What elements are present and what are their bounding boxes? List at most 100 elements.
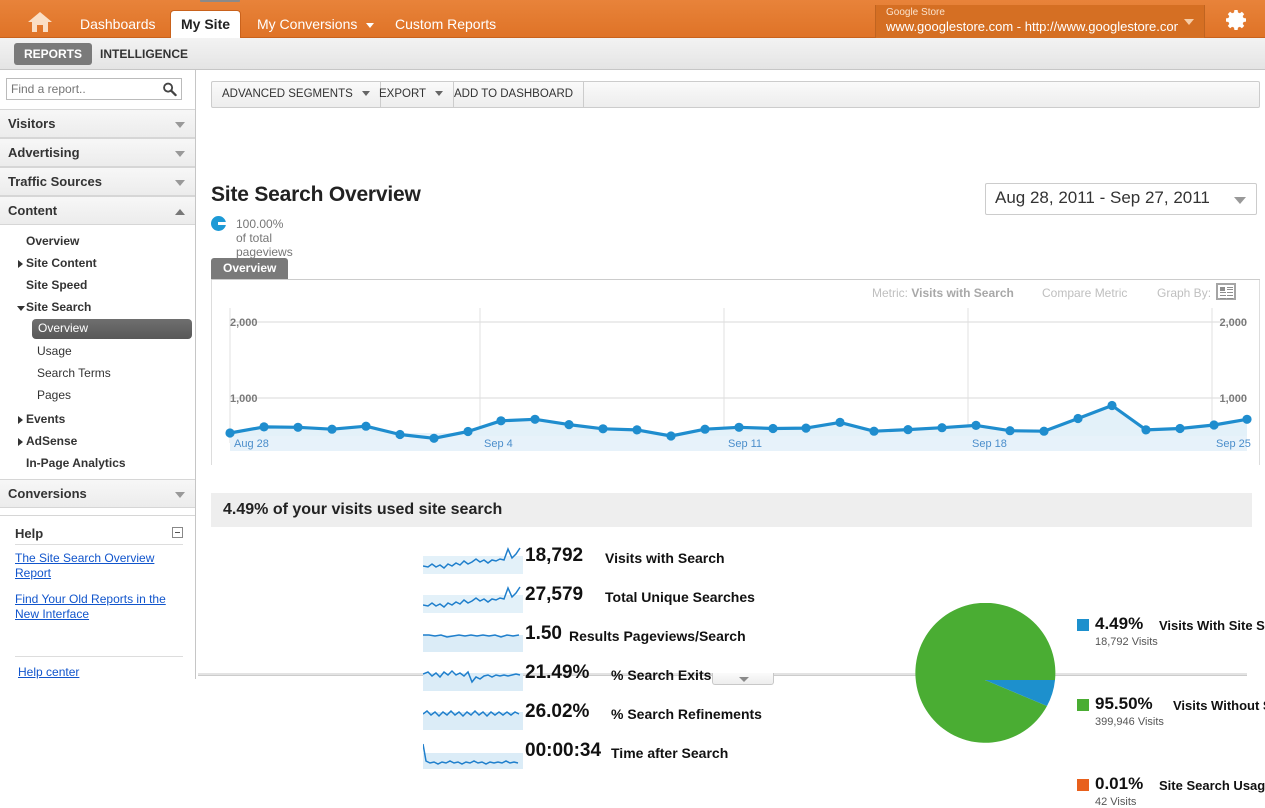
chevron-down-icon [1234,197,1246,204]
date-range-label: Aug 28, 2011 - Sep 27, 2011 [995,188,1210,208]
tab-overview[interactable]: Overview [211,258,288,279]
nav-tab-custom-reports[interactable]: Custom Reports [385,10,506,38]
legend-sublabel: 42 Visits [1095,796,1136,808]
legend-percent: 95.50% [1095,694,1153,714]
nav-tab-my-conversions[interactable]: My Conversions [247,10,384,38]
add-to-dashboard-button[interactable]: ADD TO DASHBOARD [444,82,584,107]
sidebar-item-site-search-overview[interactable]: Overview [32,319,192,339]
sidebar-item-site-content[interactable]: Site Content [0,253,195,275]
sidebar-group-label: Traffic Sources [8,174,102,189]
chevron-right-icon [18,438,23,446]
collapse-icon[interactable] [172,527,183,538]
advanced-segments-button[interactable]: ADVANCED SEGMENTS [212,82,381,107]
top-navigation-bar: Dashboards My Site My Conversions Custom… [0,0,1265,38]
chart-collapse-button[interactable] [712,673,774,685]
nav-tab-label: Custom Reports [395,16,496,32]
sidebar-group-label: Conversions [8,486,87,501]
pageviews-text: 100.00% of total pageviews [236,217,293,259]
pie-svg [907,603,1067,758]
legend-label: Site Search Usage [1159,778,1265,793]
help-link-old-reports[interactable]: Find Your Old Reports in the New Interfa… [15,592,187,622]
subnav-reports[interactable]: REPORTS [14,43,92,65]
metric-selector[interactable]: Metric: Visits with Search [872,286,1014,300]
subnav-intelligence[interactable]: INTELLIGENCE [90,43,198,65]
table-view-icon[interactable] [1216,283,1236,300]
legend-label: Visits With Site Search [1159,618,1265,633]
nav-tab-dashboards[interactable]: Dashboards [70,10,166,38]
metric-row-time-after-search[interactable]: 00:00:34 Time after Search [211,736,711,775]
divider [15,544,183,545]
report-search-box[interactable] [6,78,182,100]
site-search-usage-pie-chart[interactable] [907,603,1067,758]
account-selector[interactable]: Google Store www.googlestore.com - http:… [875,5,1205,38]
sidebar-item-events[interactable]: Events [0,409,195,431]
compare-metric-button[interactable]: Compare Metric [1042,286,1127,300]
metric-selector-label: Metric: [872,286,908,300]
sidebar-group-label: Content [8,203,57,218]
sidebar-item-site-speed[interactable]: Site Speed [0,275,195,297]
legend-swatch-green [1077,699,1089,711]
pie-slice-visits-without-site-search [915,603,1055,743]
sidebar-item-site-search[interactable]: Site Search [0,297,195,319]
nav-tab-label: My Site [181,16,230,32]
y-tick-2000-left: 2,000 [230,317,258,329]
nav-tab-my-site[interactable]: My Site [170,10,241,38]
chevron-up-icon [175,209,185,215]
sparkline-results-pageviews-per-search [423,624,523,652]
logo-stub [200,0,240,2]
metric-row-results-pageviews-per-search[interactable]: 1.50 Results Pageviews/Search [211,619,711,658]
sidebar-item-pages[interactable]: Pages [0,385,195,407]
legend-sublabel: 399,946 Visits [1095,716,1164,728]
sidebar-item-in-page-analytics[interactable]: In-Page Analytics [0,453,195,475]
sidebar-item-label: Site Search [26,300,91,314]
sidebar-item-label: Overview [38,321,88,335]
sparkline-visits-with-search [423,546,523,574]
page-title: Site Search Overview [211,183,421,207]
sparkline-search-exits [423,663,523,691]
sidebar-item-label: Site Content [26,256,97,270]
sidebar-item-usage[interactable]: Usage [0,341,195,363]
chevron-down-icon [1184,19,1194,25]
search-icon [162,81,177,97]
chart-panel: Metric: Visits with Search Compare Metri… [211,280,1260,465]
metric-row-visits-with-search[interactable]: 18,792 Visits with Search [211,541,711,580]
home-button[interactable] [18,6,62,38]
help-center-link[interactable]: Help center [18,665,79,679]
sidebar-group-traffic-sources[interactable]: Traffic Sources [0,167,195,196]
sidebar-group-content[interactable]: Content [0,196,195,225]
search-input[interactable] [7,79,157,99]
y-tick-1000-right: 1,000 [1219,393,1247,405]
subnav-label: REPORTS [24,47,82,61]
secondary-navigation-bar: REPORTS INTELLIGENCE [0,38,1265,70]
chevron-down-icon [175,492,185,498]
metric-label: Total Unique Searches [605,589,755,605]
settings-button[interactable] [1217,6,1257,34]
sidebar-group-conversions[interactable]: Conversions [0,479,195,508]
help-link-site-search-overview[interactable]: The Site Search Overview Report [15,551,187,581]
sparkline-total-unique-searches [423,585,523,613]
sidebar-group-advertising[interactable]: Advertising [0,138,195,167]
sidebar-item-search-terms[interactable]: Search Terms [0,363,195,385]
metric-value: 27,579 [525,584,583,606]
sparkline-search-refinements [423,702,523,730]
sidebar-item-adsense[interactable]: AdSense [0,431,195,453]
export-button[interactable]: EXPORT [369,82,454,107]
metric-row-search-exits[interactable]: 21.49% % Search Exits [211,658,711,697]
metric-row-total-unique-searches[interactable]: 27,579 Total Unique Searches [211,580,711,619]
sidebar-item-label: Search Terms [37,366,111,380]
metric-row-search-refinements[interactable]: 26.02% % Search Refinements [211,697,711,736]
chart-metric-bar: Metric: Visits with Search Compare Metri… [212,280,1261,308]
sidebar-item-label: Events [26,412,65,426]
sidebar: Visitors Advertising Traffic Sources Con… [0,70,196,679]
date-range-selector[interactable]: Aug 28, 2011 - Sep 27, 2011 [985,183,1257,215]
sidebar-group-visitors[interactable]: Visitors [0,109,195,138]
legend-label: Visits Without Site Search [1173,698,1265,713]
sidebar-item-content-overview[interactable]: Overview [0,231,195,253]
metric-value: 26.02% [525,701,589,723]
chevron-down-icon [17,306,25,311]
chevron-right-icon [18,416,23,424]
help-panel: Help The Site Search Overview Report Fin… [0,515,195,679]
gear-icon [1225,8,1249,32]
sidebar-item-label: In-Page Analytics [26,456,126,470]
visits-with-search-line-chart[interactable]: 2,000 1,000 2,000 1,000 [212,308,1261,468]
